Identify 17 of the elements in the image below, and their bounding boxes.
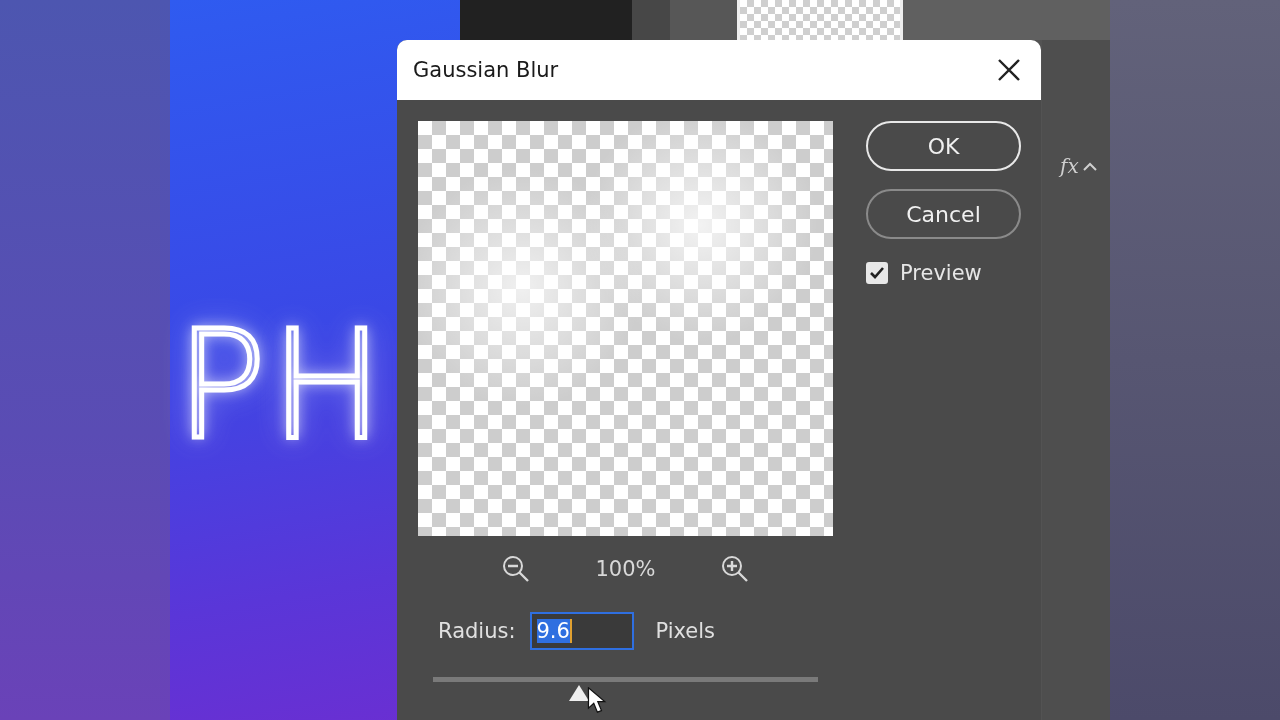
preview-area[interactable] [418, 121, 833, 536]
radius-label: Radius: [438, 619, 516, 643]
layer-thumbnail[interactable] [737, 0, 903, 40]
caret-icon[interactable] [1082, 161, 1097, 171]
zoom-level: 100% [595, 557, 656, 581]
cursor-icon [587, 687, 608, 713]
unit-label: Pixels [655, 619, 715, 643]
cancel-button[interactable]: Cancel [866, 189, 1021, 239]
preview-label: Preview [900, 261, 982, 285]
radius-field[interactable]: 9.6 [529, 612, 634, 650]
ok-button[interactable]: OK [866, 121, 1021, 171]
check-icon [870, 267, 884, 279]
neon-text: PH [176, 310, 388, 460]
fx-label: fx [1060, 154, 1079, 178]
zoom-in-icon[interactable] [719, 554, 750, 584]
window-title: Gaussian Blur [413, 58, 559, 82]
preview-checkbox[interactable] [866, 262, 888, 284]
